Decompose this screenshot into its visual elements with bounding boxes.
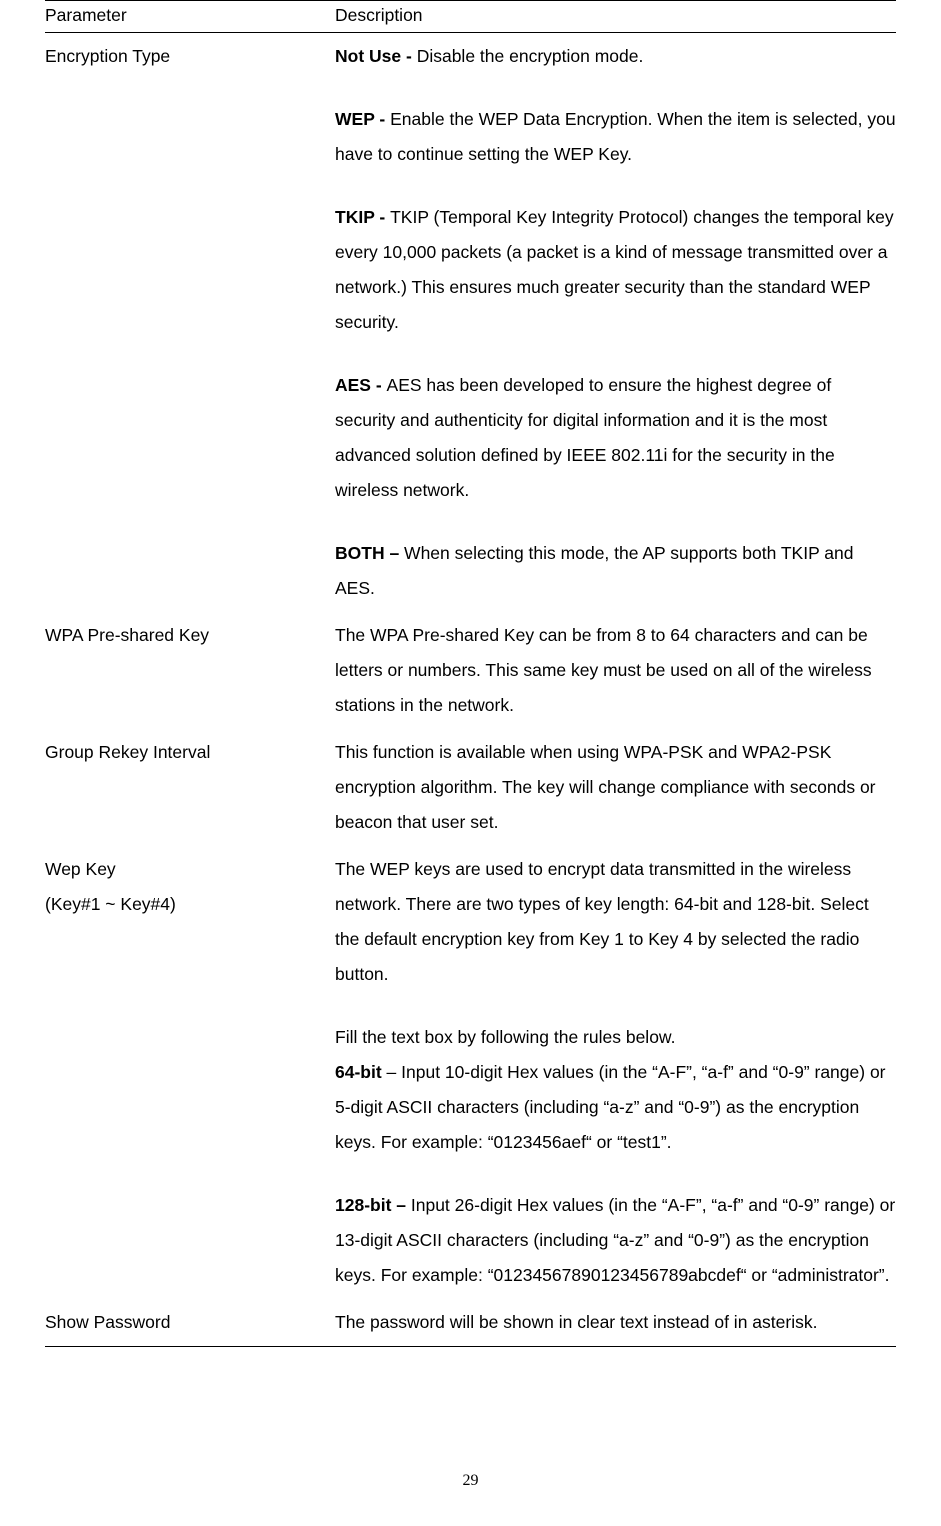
param-desc: Not Use - Disable the encryption mode. W… <box>335 33 896 613</box>
param-name: Wep Key (Key#1 ~ Key#4) <box>45 846 335 1299</box>
param-desc: The WEP keys are used to encrypt data tr… <box>335 846 896 1299</box>
desc-text: This function is available when using WP… <box>335 742 876 832</box>
table-row: WPA Pre-shared Key The WPA Pre-shared Ke… <box>45 612 896 729</box>
bold-label: AES - <box>335 375 387 395</box>
desc-text: The WEP keys are used to encrypt data tr… <box>335 859 869 984</box>
desc-text: – Input 10-digit Hex values (in the “A-F… <box>335 1062 886 1152</box>
desc-pre-text: Fill the text box by following the rules… <box>335 1027 675 1047</box>
page-number: 29 <box>0 1472 941 1490</box>
bold-label: TKIP - <box>335 207 390 227</box>
param-name: Group Rekey Interval <box>45 729 335 846</box>
bold-label: BOTH – <box>335 543 404 563</box>
desc-text: When selecting this mode, the AP support… <box>335 543 854 598</box>
header-description: Description <box>335 1 896 33</box>
desc-text: Enable the WEP Data Encryption. When the… <box>335 109 896 164</box>
param-desc: The password will be shown in clear text… <box>335 1299 896 1347</box>
param-name: Show Password <box>45 1299 335 1347</box>
param-name-line2: (Key#1 ~ Key#4) <box>45 894 176 914</box>
param-name: WPA Pre-shared Key <box>45 612 335 729</box>
param-desc: The WPA Pre-shared Key can be from 8 to … <box>335 612 896 729</box>
param-name-line1: Wep Key <box>45 859 116 879</box>
bold-label: 64-bit <box>335 1062 382 1082</box>
bold-label: Not Use - <box>335 46 417 66</box>
header-parameter: Parameter <box>45 1 335 33</box>
table-row: Show Password The password will be shown… <box>45 1299 896 1347</box>
desc-text: AES has been developed to ensure the hig… <box>335 375 835 500</box>
desc-text: Input 26-digit Hex values (in the “A-F”,… <box>335 1195 895 1285</box>
desc-text: TKIP (Temporal Key Integrity Protocol) c… <box>335 207 894 332</box>
desc-text: The WPA Pre-shared Key can be from 8 to … <box>335 625 872 715</box>
table-row: Wep Key (Key#1 ~ Key#4) The WEP keys are… <box>45 846 896 1299</box>
parameter-table: Parameter Description Encryption Type No… <box>45 0 896 1347</box>
desc-text: Disable the encryption mode. <box>417 46 644 66</box>
bold-label: 128-bit – <box>335 1195 411 1215</box>
table-row: Encryption Type Not Use - Disable the en… <box>45 33 896 613</box>
table-row: Group Rekey Interval This function is av… <box>45 729 896 846</box>
param-desc: This function is available when using WP… <box>335 729 896 846</box>
param-name: Encryption Type <box>45 33 335 613</box>
bold-label: WEP - <box>335 109 390 129</box>
desc-text: The password will be shown in clear text… <box>335 1312 817 1332</box>
